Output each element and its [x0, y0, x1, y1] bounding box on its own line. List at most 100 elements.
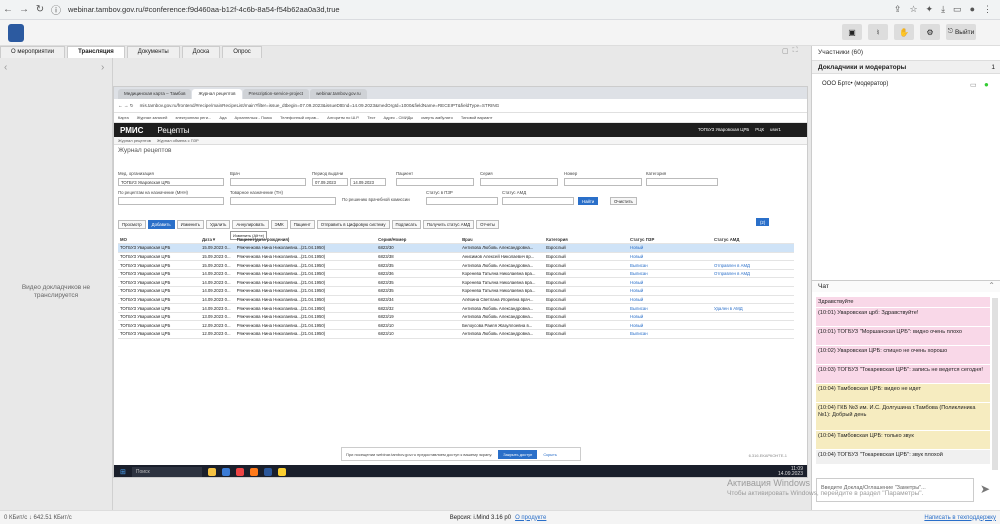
share-icon[interactable]: ⇪: [894, 4, 902, 15]
collapse-left-icon[interactable]: ‹: [4, 62, 7, 73]
inner-tab-medcard: Медицинская карта – Тамбов: [118, 89, 192, 99]
extensions-icon[interactable]: ✦: [926, 4, 934, 15]
column-header: Категория: [544, 235, 629, 245]
bookmark: электронная реги...: [175, 115, 212, 120]
table-cell: Взрослый: [544, 286, 629, 296]
filter-count-badge: (2): [756, 218, 770, 226]
exit-button[interactable]: ⎋ Выйти: [946, 24, 976, 40]
site-info-icon[interactable]: ⓘ: [48, 2, 64, 18]
table-cell: 6823/10: [376, 320, 461, 331]
decision-checkbox-label: По решению врачебной комиссии: [342, 197, 410, 202]
table-cell: Новый: [628, 312, 713, 322]
trade-label: Товарное назначение (ТН): [230, 190, 283, 195]
status-pzr-select: [426, 197, 498, 205]
about-link[interactable]: О продукте: [515, 515, 546, 521]
table-cell: 12.09.2023 0...: [199, 320, 235, 331]
send-icon[interactable]: ➤: [980, 482, 990, 496]
table-cell: Ряжченкова Нина Николаевна...(21.04.1950…: [234, 329, 377, 339]
address-bar[interactable]: webinar.tambov.gov.ru/#conference:f9d460…: [68, 5, 340, 14]
tab-about[interactable]: О мероприятии: [0, 46, 66, 58]
browser-toolbar: ← → ↻ ⓘ webinar.tambov.gov.ru/#conferenc…: [0, 0, 1000, 20]
profile-icon[interactable]: ●: [970, 4, 975, 15]
network-stats: 0 КБит/с ↓ 642.51 КБит/с: [4, 514, 72, 521]
chat-message: (10:03) ТОГБУЗ "Токаревская ЦРБ": запись…: [816, 365, 990, 383]
bookmark: Тест: [367, 115, 376, 120]
chat-message: (10:04) ГКБ №3 им. И.С. Долгушина г.Тамб…: [816, 403, 990, 430]
user-org: ТОГБУЗ Уваровская ЦРБ: [697, 127, 750, 132]
chat-message: (10:04) Тамбовская ЦРБ: видео не идет: [816, 384, 990, 402]
support-link[interactable]: Написать в техподдержку: [924, 515, 996, 521]
table-cell: Новый: [628, 286, 713, 296]
forward-icon[interactable]: →: [16, 2, 32, 18]
camera-off-icon[interactable]: ▣: [842, 24, 862, 40]
tambov-crest-logo: [8, 24, 24, 42]
patient-label: Пациент: [396, 171, 414, 176]
column-header: Статус АМД: [712, 235, 794, 245]
breadcrumb-item: Журнал обмена с ПЗР: [156, 138, 199, 143]
table-row: ТОГБУЗ Уваровская ЦРБ 15.09.2023 0... Ряжч…: [118, 260, 794, 270]
column-header: Дата▼: [199, 235, 235, 245]
sidebar-icon[interactable]: ▭: [953, 4, 962, 15]
speaker-item[interactable]: ООО Бртс• (модератор): [822, 81, 888, 87]
chat-message: Здравствуйте: [816, 297, 990, 307]
column-header: Врач: [460, 235, 545, 245]
chat-scrollbar[interactable]: [992, 298, 998, 470]
inner-bookmarks-bar: Карта Журнал записей электронная реги...…: [114, 113, 807, 123]
tab-broadcast[interactable]: Трансляция: [67, 46, 125, 58]
period-label: Период выдачи: [312, 171, 344, 176]
stop-sharing-button[interactable]: Закрыть доступ: [498, 449, 538, 459]
table-cell: Взрослый: [544, 303, 629, 313]
series-input: [480, 178, 558, 186]
table-cell: Взрослый: [544, 312, 629, 322]
number-input: [564, 178, 642, 186]
reload-icon[interactable]: ↻: [32, 2, 48, 18]
table-cell: Анисимов Алексей Николаевич вр...: [460, 252, 545, 262]
mic-off-icon[interactable]: ♮: [868, 24, 888, 40]
user-menu: РЦК: [755, 127, 765, 132]
table-cell: Антипова Любовь Александровна...: [460, 243, 545, 253]
module-menu: Рецепты: [157, 125, 190, 135]
back-icon[interactable]: ←: [0, 2, 16, 18]
table-cell: ТОГБУЗ Уваровская ЦРБ: [118, 303, 200, 313]
collapse-chat-icon[interactable]: ⌃: [988, 281, 995, 290]
delete-button: Удалить: [206, 220, 231, 229]
table-cell: 6823/30: [376, 243, 461, 253]
settings-gear-icon[interactable]: ⚙: [920, 24, 940, 40]
table-cell: Ряжченкова Нина Николаевна...(21.04.1950…: [234, 243, 377, 253]
table-cell: 6823/19: [376, 312, 461, 322]
tab-poll[interactable]: Опрос: [222, 46, 262, 58]
bookmark: Адрес - СМИДы: [383, 115, 414, 120]
patient-button: Пациент: [289, 220, 315, 229]
table-cell: Новый: [628, 320, 713, 331]
table-cell: [712, 243, 794, 253]
recipes-table: МО Дата▼ Пациент(дата рождения) Серия/Номер…: [118, 235, 794, 339]
expand-right-icon[interactable]: ›: [101, 62, 104, 73]
table-cell: Новый: [628, 277, 713, 288]
menu-icon[interactable]: ⋮: [983, 4, 992, 15]
mail-icon: [221, 468, 230, 476]
speaker-mic-icon: ●: [984, 80, 989, 89]
raise-hand-icon[interactable]: ✋: [894, 24, 914, 40]
download-icon[interactable]: ⤓: [941, 4, 945, 15]
period-to: 14.09.2023: [350, 178, 386, 186]
user-name: user1: [770, 127, 781, 132]
series-label: Серия: [480, 171, 493, 176]
table-cell: Ряжченкова Нина Николаевна...(21.04.1950…: [234, 320, 377, 331]
activation-watermark-title: Активация Windows: [727, 478, 810, 488]
mnn-label: По рецептам на назначение (МНН): [118, 190, 188, 195]
fit-icon[interactable]: ▢: [782, 47, 789, 55]
tab-documents[interactable]: Документы: [126, 46, 180, 58]
table-cell: 14.09.2023 0...: [199, 303, 235, 313]
inner-url: mis.tambov.gov.ru/frontend/#recipe/mainR…: [139, 103, 500, 108]
chat-title: Чат: [818, 283, 829, 290]
hide-notice-link[interactable]: Скрыть: [543, 452, 557, 457]
table-cell: Коренева Татьяна Николаевна вра...: [460, 277, 545, 288]
participants-header[interactable]: Участники (60): [818, 49, 863, 56]
bookmark-star-icon[interactable]: ☆: [909, 4, 917, 15]
tab-board[interactable]: Доска: [181, 46, 221, 58]
speakers-group[interactable]: Докладчики и модераторы 1: [812, 60, 1000, 74]
table-cell: Белоусова Раиля Жазуллоевна в...: [460, 320, 545, 331]
trade-select: [230, 197, 336, 205]
fullscreen-icon[interactable]: ⛶: [793, 47, 798, 55]
chat-message: (10:04) ТОГБУЗ "Токаревская ЦРБ": звук п…: [816, 450, 990, 464]
